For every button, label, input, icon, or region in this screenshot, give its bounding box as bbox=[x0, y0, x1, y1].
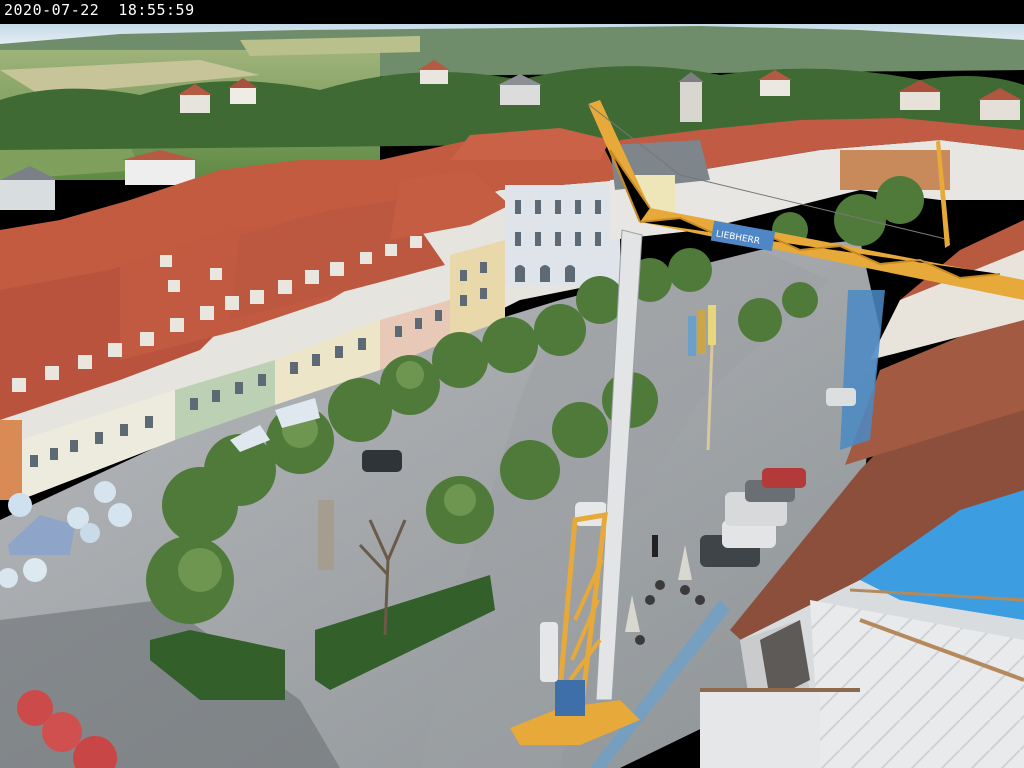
pedestrian bbox=[652, 535, 658, 557]
monument bbox=[318, 500, 334, 570]
church-tower bbox=[680, 82, 702, 122]
timestamp-bar: 2020-07-22 18:55:59 bbox=[0, 0, 1024, 24]
webcam-scene: LIEBHERR bbox=[0, 24, 1024, 768]
timestamp-overlay: 2020-07-22 18:55:59 bbox=[4, 1, 195, 19]
